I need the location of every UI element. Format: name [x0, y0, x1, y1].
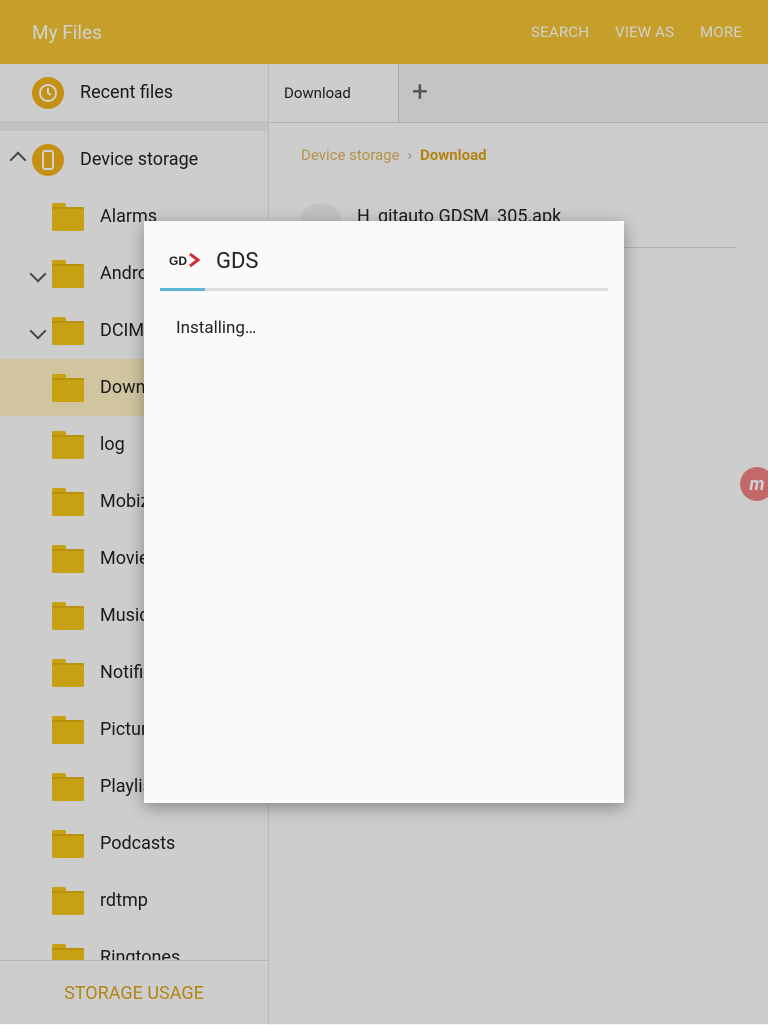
install-status: Installing…	[176, 318, 257, 338]
install-dialog: GD GDS Installing…	[144, 221, 624, 803]
install-progress-fill	[160, 288, 205, 291]
gds-logo-icon: GD	[169, 252, 200, 268]
svg-text:GD: GD	[169, 254, 187, 268]
dialog-title: GDS	[216, 249, 259, 274]
install-progress-bar	[160, 288, 608, 291]
